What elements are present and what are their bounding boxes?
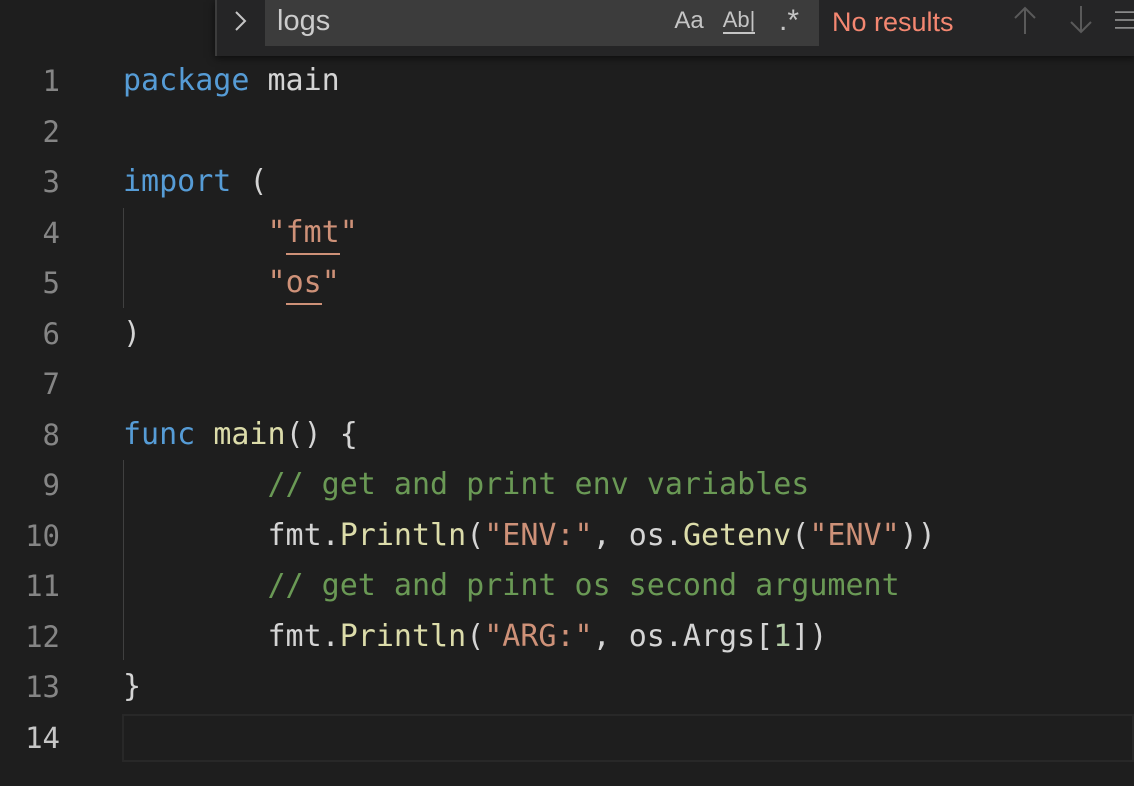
match-case-icon: Aa xyxy=(674,7,704,34)
line-number: 11 xyxy=(25,569,60,603)
code-token: , os.Args[ xyxy=(592,618,774,654)
code-token: ( xyxy=(466,618,485,654)
code-line[interactable]: fmt.Println("ARG:", os.Args[1]) xyxy=(123,612,827,662)
line-number: 6 xyxy=(42,316,60,351)
find-input[interactable]: logs Aa Ab| .* xyxy=(265,0,819,46)
match-case-toggle[interactable]: Aa xyxy=(669,0,709,42)
code-token: " xyxy=(321,265,340,300)
code-token: fmt. xyxy=(123,517,340,553)
code-token: Getenv xyxy=(682,517,792,553)
match-count-status: No results xyxy=(832,7,954,37)
line-number: 12 xyxy=(25,619,60,654)
code-token: fmt. xyxy=(123,618,340,654)
line-number: 2 xyxy=(42,114,60,149)
line-number: 5 xyxy=(42,266,60,300)
next-match-button[interactable] xyxy=(1061,0,1101,40)
code-token: " xyxy=(267,214,286,250)
code-token: ( xyxy=(466,517,485,553)
code-token: " xyxy=(267,265,286,300)
code-line[interactable]: ) xyxy=(123,309,141,359)
regex-icon: .* xyxy=(778,4,799,37)
code-token: ( xyxy=(791,517,810,553)
regex-toggle[interactable]: .* xyxy=(767,0,811,42)
code-line[interactable]: import ( xyxy=(123,157,268,207)
line-number: 7 xyxy=(42,367,60,401)
code-token: ) xyxy=(123,315,142,351)
code-line[interactable]: "fmt" xyxy=(123,208,358,258)
code-token: // get and print env variables xyxy=(267,467,810,502)
code-token: package xyxy=(123,63,250,98)
line-number: 3 xyxy=(42,165,60,199)
line-number: 13 xyxy=(25,670,60,704)
line-number: 8 xyxy=(42,417,60,452)
line-number: 10 xyxy=(25,518,60,553)
code-token: Println xyxy=(339,517,467,553)
code-line[interactable]: package main xyxy=(123,56,340,106)
code-token: fmt xyxy=(285,214,340,255)
whole-word-toggle[interactable]: Ab| xyxy=(717,0,761,42)
find-widget: logs Aa Ab| .* No results xyxy=(215,0,1134,56)
chevron-right-icon xyxy=(235,11,247,31)
code-token: func xyxy=(123,416,196,452)
line-number: 14 xyxy=(25,720,60,755)
code-token: ( xyxy=(231,164,268,199)
code-token: main xyxy=(213,416,286,452)
code-editor[interactable]: 1 2 3 4 5 6 7 8 9 10 11 12 13 14 package main import (… xyxy=(0,0,1134,786)
code-token: 1 xyxy=(773,618,792,654)
whole-word-icon: Ab| xyxy=(722,7,756,35)
arrow-up-icon xyxy=(1014,6,1036,34)
line-number: 9 xyxy=(42,468,60,502)
code-token: Println xyxy=(339,618,467,654)
current-line-highlight xyxy=(122,714,1134,762)
code-token: )) xyxy=(899,517,936,553)
code-token: () { xyxy=(285,416,358,452)
arrow-down-icon xyxy=(1070,6,1092,34)
code-line[interactable]: // get and print os second argument xyxy=(123,561,900,611)
line-number: 1 xyxy=(42,64,60,98)
code-token: ]) xyxy=(791,618,828,654)
code-token: os xyxy=(285,265,322,305)
code-token: main xyxy=(249,63,340,98)
code-line[interactable]: func main() { xyxy=(123,410,358,460)
code-token: import xyxy=(123,164,232,199)
find-input-value[interactable]: logs xyxy=(277,0,330,42)
code-line[interactable]: // get and print env variables xyxy=(123,460,810,510)
code-token: "ENV:" xyxy=(484,517,593,553)
code-line[interactable]: fmt.Println("ENV:", os.Getenv("ENV")) xyxy=(123,511,936,561)
code-token: "ENV" xyxy=(809,517,900,553)
find-in-selection-button[interactable] xyxy=(1115,0,1134,40)
line-number: 4 xyxy=(42,215,60,250)
code-token: "ARG:" xyxy=(484,618,593,654)
code-line[interactable]: } xyxy=(123,662,141,712)
code-token: // get and print os second argument xyxy=(267,568,900,603)
code-line[interactable]: "os" xyxy=(123,258,340,308)
code-token: , os. xyxy=(592,517,683,553)
code-token: " xyxy=(339,214,358,250)
code-token: } xyxy=(123,669,142,704)
toggle-replace-button[interactable] xyxy=(217,0,265,42)
selection-lines-icon xyxy=(1115,11,1134,29)
previous-match-button[interactable] xyxy=(1005,0,1045,40)
